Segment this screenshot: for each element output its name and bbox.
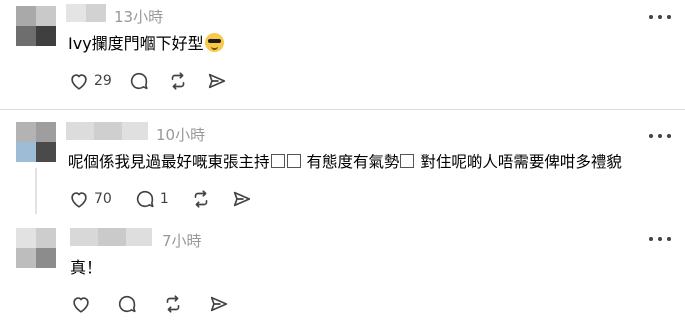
share-icon [210, 296, 228, 312]
more-icon[interactable] [649, 235, 671, 243]
comment-button[interactable] [128, 69, 150, 93]
comment-icon [118, 295, 136, 313]
avatar[interactable] [16, 122, 56, 162]
post-3: 7小時 真！ [0, 220, 685, 328]
username-blurred[interactable] [66, 4, 106, 22]
username-blurred[interactable] [70, 228, 152, 246]
avatar[interactable] [16, 6, 56, 46]
action-bar [70, 292, 230, 316]
share-button[interactable] [231, 187, 253, 211]
repost-button[interactable] [190, 187, 212, 211]
more-icon[interactable] [649, 132, 671, 140]
post-text: Ivy攔度門嗰下好型 [68, 33, 224, 55]
username-blurred[interactable] [66, 122, 148, 140]
timestamp[interactable]: 10小時 [156, 124, 205, 145]
post-1: 13小時 Ivy攔度門嗰下好型 29 [0, 0, 685, 110]
share-button[interactable] [206, 69, 228, 93]
post-text-part-1: 呢個係我見過最好嘅東張主持 [68, 153, 270, 171]
comment-button[interactable]: 1 [134, 187, 169, 211]
post-text-part-3: 對住呢啲人唔需要俾咁多禮貌 [415, 153, 622, 171]
post-2: 10小時 呢個係我見過最好嘅東張主持 有態度有氣勢 對住呢啲人唔需要俾咁多禮貌 … [0, 110, 685, 220]
share-icon [233, 191, 250, 207]
action-bar: 29 [68, 69, 228, 93]
comment-icon [136, 190, 154, 208]
heart-icon [71, 192, 87, 208]
like-count: 29 [94, 73, 112, 89]
action-bar: 70 1 [68, 187, 253, 211]
unsupported-glyph-icon [400, 154, 415, 168]
like-button[interactable]: 70 [68, 187, 112, 211]
post-text-part-2: 有態度有氣勢 [301, 153, 400, 171]
heart-icon [71, 74, 87, 90]
repost-icon [166, 295, 180, 313]
repost-button[interactable] [162, 292, 184, 316]
unsupported-glyph-icon [270, 154, 285, 168]
post-text: 呢個係我見過最好嘅東張主持 有態度有氣勢 對住呢啲人唔需要俾咁多禮貌 [68, 151, 622, 173]
repost-icon [171, 72, 185, 90]
share-button[interactable] [208, 292, 230, 316]
like-button[interactable]: 29 [68, 69, 112, 93]
like-button[interactable] [70, 292, 92, 316]
post-text-content: Ivy攔度門嗰下好型 [68, 34, 204, 53]
like-count: 70 [94, 191, 112, 207]
thread-line [35, 168, 37, 214]
repost-button[interactable] [167, 69, 189, 93]
timestamp[interactable]: 13小時 [114, 6, 163, 27]
timestamp[interactable]: 7小時 [162, 230, 202, 251]
sunglasses-emoji-icon [204, 33, 224, 52]
comment-icon [130, 72, 148, 90]
share-icon [208, 73, 225, 89]
heart-icon [73, 297, 89, 313]
reply-count: 1 [159, 191, 169, 207]
repost-icon [194, 190, 208, 208]
post-text: 真！ [70, 258, 103, 277]
avatar[interactable] [16, 228, 56, 268]
unsupported-glyph-icon [286, 154, 301, 168]
comment-button[interactable] [116, 292, 138, 316]
more-icon[interactable] [649, 13, 671, 21]
